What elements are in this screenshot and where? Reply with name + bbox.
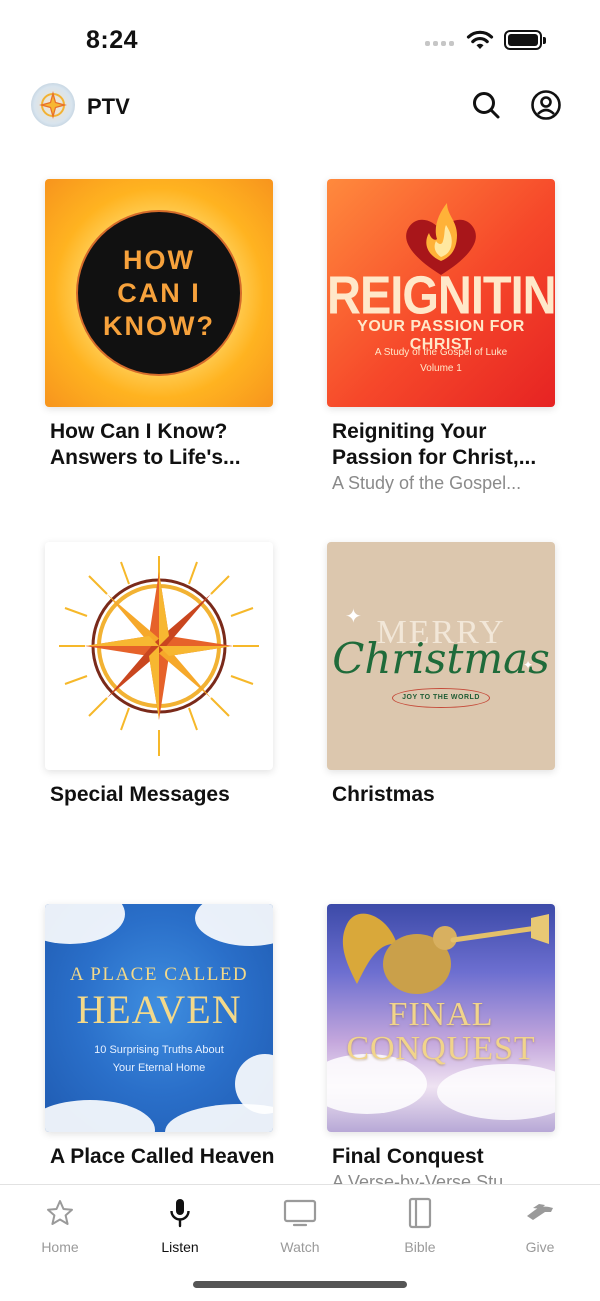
tab-label: Home	[41, 1239, 79, 1255]
tab-bible[interactable]: Bible	[360, 1197, 480, 1255]
art-text: HEAVEN	[76, 987, 242, 1032]
series-artwork	[45, 542, 273, 770]
art-text: HOW	[123, 244, 195, 275]
series-title: Final Conquest	[332, 1145, 484, 1168]
status-bar: 8:24	[0, 0, 600, 70]
search-button[interactable]	[469, 88, 503, 122]
art-text: Your Eternal Home	[112, 1062, 206, 1074]
series-artwork: FINAL CONQUEST	[327, 904, 555, 1132]
art-text: CAN I	[117, 277, 201, 308]
art-text: FINAL	[388, 996, 494, 1033]
tv-icon	[283, 1199, 317, 1227]
art-text: KNOW?	[103, 310, 215, 341]
series-card[interactable]: FINAL CONQUEST Final Conquest A Verse-by…	[327, 904, 557, 1194]
tab-label: Listen	[161, 1239, 199, 1255]
series-card[interactable]: Special Messages	[45, 542, 275, 808]
series-artwork: REIGNITING YOUR PASSION FOR CHRIST A Stu…	[327, 179, 555, 407]
tab-listen[interactable]: Listen	[120, 1197, 240, 1255]
series-title: How Can I Know? Answers to Life's...	[50, 420, 241, 469]
give-hand-icon	[527, 1204, 553, 1220]
series-card[interactable]: A PLACE CALLED HEAVEN 10 Surprising Trut…	[45, 904, 275, 1170]
series-card[interactable]: REIGNITING YOUR PASSION FOR CHRIST A Stu…	[327, 179, 557, 495]
app-title: PTV	[87, 94, 130, 119]
cellular-signal-icon	[425, 41, 454, 46]
series-subtitle: A Study of the Gospel...	[332, 473, 522, 493]
art-text: 10 Surprising Truths About	[94, 1044, 224, 1056]
ptv-logo[interactable]	[31, 83, 75, 127]
search-icon	[473, 92, 500, 119]
series-artwork: HOW CAN I KNOW?	[45, 179, 273, 407]
tab-give[interactable]: Give	[480, 1197, 600, 1255]
series-title: Christmas	[332, 783, 435, 806]
art-text: A Study of the Gospel of Luke	[374, 347, 508, 358]
star-icon	[47, 1200, 73, 1225]
series-card[interactable]: HOW CAN I KNOW? How Can I Know? Answers …	[45, 179, 275, 471]
home-indicator	[193, 1281, 407, 1288]
series-title: Reigniting Your Passion for Christ,...	[332, 420, 537, 469]
tab-label: Give	[525, 1239, 555, 1255]
tab-label: Bible	[404, 1239, 436, 1255]
battery-icon	[504, 30, 546, 50]
art-text: CONQUEST	[346, 1030, 536, 1067]
art-text: Volume 1	[420, 363, 462, 374]
compass-star-icon	[59, 556, 259, 756]
art-text: A PLACE CALLED	[69, 964, 249, 985]
series-title: Special Messages	[50, 783, 230, 806]
compass-logo-icon	[39, 91, 67, 119]
app-header: PTV	[0, 80, 600, 134]
status-time: 8:24	[86, 26, 139, 54]
series-title: A Place Called Heaven	[50, 1145, 275, 1168]
tab-home[interactable]: Home	[0, 1197, 120, 1255]
wifi-icon	[466, 30, 494, 49]
art-text: Christmas	[332, 634, 550, 683]
tab-label: Watch	[280, 1239, 320, 1255]
tab-watch[interactable]: Watch	[240, 1197, 360, 1255]
book-icon	[408, 1197, 432, 1229]
user-circle-icon	[531, 90, 561, 120]
art-text: JOY TO THE WORLD	[392, 688, 490, 708]
series-card[interactable]: ✦ ✦ MERRY Christmas JOY TO THE WORLD Chr…	[327, 542, 557, 808]
microphone-icon	[170, 1199, 190, 1228]
series-artwork: A PLACE CALLED HEAVEN 10 Surprising Trut…	[45, 904, 273, 1132]
series-artwork: ✦ ✦ MERRY Christmas JOY TO THE WORLD	[327, 542, 555, 770]
account-button[interactable]	[529, 88, 563, 122]
art-text: REIGNITING	[327, 264, 555, 325]
